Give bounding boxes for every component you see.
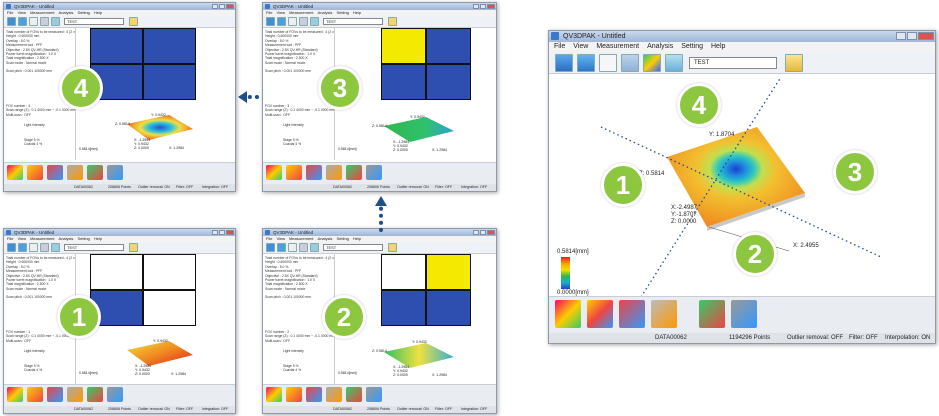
- minimize-button[interactable]: [896, 32, 906, 40]
- status-file: DATA00062: [655, 335, 687, 341]
- compare-tool-icon[interactable]: [699, 300, 725, 328]
- menu-setting[interactable]: Setting: [681, 43, 703, 50]
- profile-tool-icon[interactable]: [555, 300, 581, 328]
- status-filter: Filter: OFF: [849, 335, 878, 341]
- toolbar: TEST: [549, 52, 935, 74]
- 3d-view-icon[interactable]: [577, 54, 595, 72]
- step-badge-4-main: 4: [677, 83, 721, 127]
- profile-select[interactable]: TEST: [689, 57, 777, 69]
- coord-y: Y:-1.8707: [671, 212, 697, 218]
- status-outlier: Outlier removal: OFF: [787, 335, 844, 341]
- menu-view[interactable]: View: [573, 43, 588, 50]
- menu-help[interactable]: Help: [711, 43, 725, 50]
- analysis-tool-icon[interactable]: [587, 300, 613, 328]
- volume-tool-icon[interactable]: [731, 300, 757, 328]
- app-icon: [551, 32, 559, 40]
- close-button[interactable]: [918, 32, 934, 40]
- maximize-button[interactable]: [907, 32, 917, 40]
- x-axis-label: X: 2.4955: [793, 243, 819, 249]
- status-bar: DATA00062 1194296 Points Outlier removal…: [549, 333, 935, 343]
- y-axis-label: Y: 1.8704: [709, 132, 735, 138]
- bottle-icon[interactable]: [665, 54, 683, 72]
- arrow-3-to-4: [238, 91, 259, 103]
- tool-tray: [549, 296, 935, 333]
- title-bar: QV3DPAK - Untitled: [549, 31, 935, 42]
- scale-top-label: 0.5814[mm]: [557, 249, 589, 255]
- grid-color-icon[interactable]: [643, 54, 661, 72]
- coord-x: X:-2.4987: [671, 205, 698, 211]
- menu-bar: File View Measurement Analysis Setting Help: [549, 42, 935, 52]
- step-badge-2-main: 2: [733, 232, 777, 276]
- status-points: 1194296 Points: [729, 335, 771, 341]
- coord-z: Z: 0.0000: [671, 219, 697, 225]
- settings-icon[interactable]: [785, 54, 803, 72]
- step-badge-3-main: 3: [833, 150, 877, 194]
- height-tool-icon[interactable]: [619, 300, 645, 328]
- cross-section-icon[interactable]: [651, 300, 677, 328]
- status-interp: Interpolation: ON: [885, 335, 931, 341]
- menu-file[interactable]: File: [554, 43, 565, 50]
- menu-measurement[interactable]: Measurement: [596, 43, 639, 50]
- grid-icon[interactable]: [621, 54, 639, 72]
- arrow-2-to-3: [375, 196, 387, 232]
- window-title: QV3DPAK - Untitled: [563, 33, 626, 40]
- measure-icon[interactable]: [599, 54, 617, 72]
- menu-analysis[interactable]: Analysis: [647, 43, 673, 50]
- scan-icon[interactable]: [555, 54, 573, 72]
- color-scale: [561, 257, 570, 289]
- step-badge-1-main: 1: [601, 163, 645, 207]
